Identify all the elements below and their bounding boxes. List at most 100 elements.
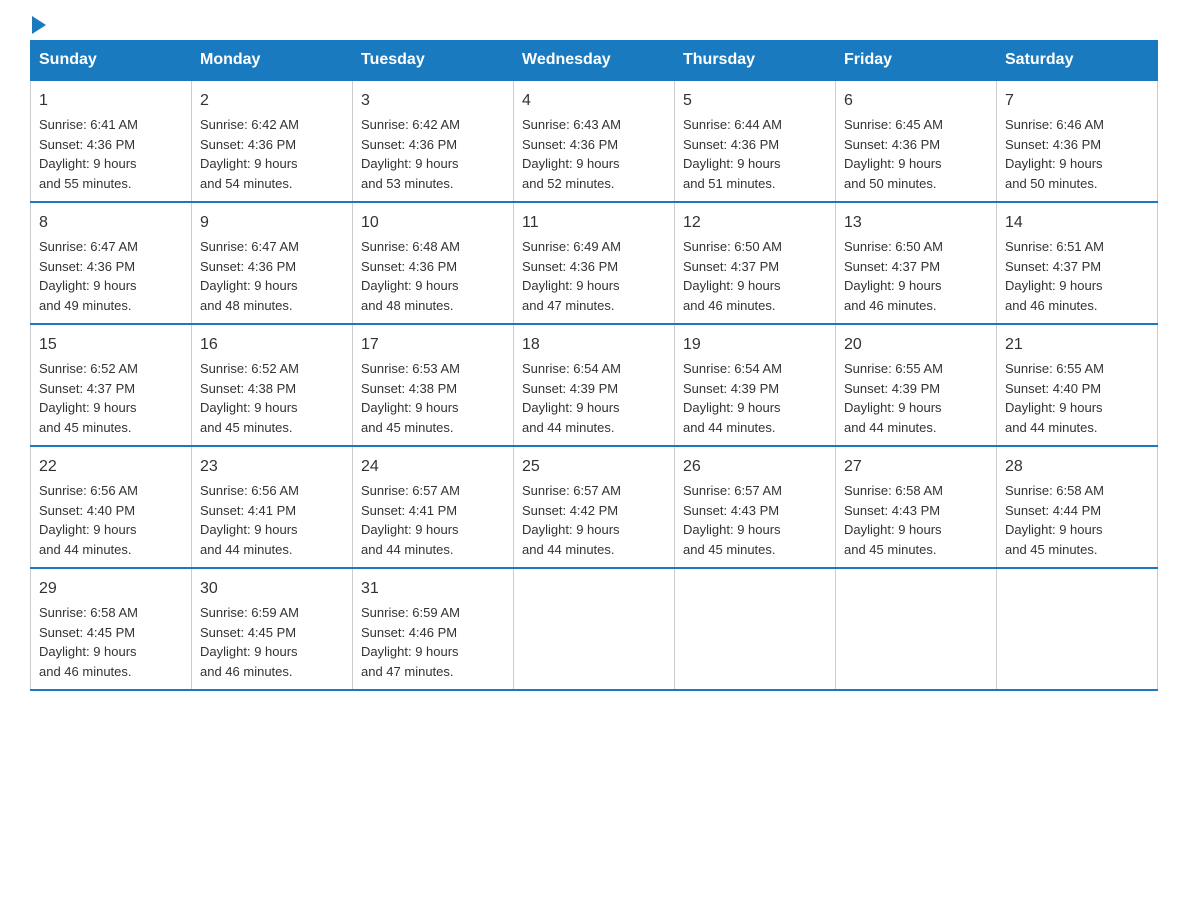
sunrise-info: Sunrise: 6:51 AM: [1005, 239, 1104, 254]
sunset-info: Sunset: 4:36 PM: [361, 259, 457, 274]
daylight-info: Daylight: 9 hours: [522, 400, 620, 415]
calendar-cell: 25Sunrise: 6:57 AMSunset: 4:42 PMDayligh…: [514, 446, 675, 568]
day-number: 21: [1005, 333, 1149, 357]
sunrise-info: Sunrise: 6:55 AM: [1005, 361, 1104, 376]
column-header-saturday: Saturday: [997, 41, 1158, 81]
day-number: 30: [200, 577, 344, 601]
day-number: 5: [683, 89, 827, 113]
daylight-minutes: and 44 minutes.: [39, 542, 132, 557]
day-number: 20: [844, 333, 988, 357]
day-number: 31: [361, 577, 505, 601]
daylight-info: Daylight: 9 hours: [683, 522, 781, 537]
logo-triangle-icon: [32, 16, 46, 34]
sunrise-info: Sunrise: 6:53 AM: [361, 361, 460, 376]
calendar-cell: 19 Sunrise: 6:54 AM Sunset: 4:39 PM Dayligh…: [675, 324, 836, 446]
sunrise-info: Sunrise: 6:55 AM: [844, 361, 943, 376]
daylight-minutes: and 46 minutes.: [200, 664, 293, 679]
day-number: 7: [1005, 89, 1149, 113]
sunset-info: Sunset: 4:43 PM: [844, 503, 940, 518]
daylight-info: Daylight: 9 hours: [39, 400, 137, 415]
calendar-week-row: 15Sunrise: 6:52 AMSunset: 4:37 PMDayligh…: [31, 324, 1158, 446]
daylight-minutes: and 50 minutes.: [844, 176, 937, 191]
sunset-info: Sunset: 4:36 PM: [683, 137, 779, 152]
sunset-info: Sunset: 4:36 PM: [39, 137, 135, 152]
calendar-cell: 22Sunrise: 6:56 AMSunset: 4:40 PMDayligh…: [31, 446, 192, 568]
calendar-table: SundayMondayTuesdayWednesdayThursdayFrid…: [30, 40, 1158, 691]
daylight-info: Daylight: 9 hours: [39, 278, 137, 293]
daylight-info: Daylight: 9 hours: [200, 644, 298, 659]
daylight-minutes: and 44 minutes.: [200, 542, 293, 557]
sunrise-info: Sunrise: 6:49 AM: [522, 239, 621, 254]
daylight-info: Daylight: 9 hours: [39, 522, 137, 537]
sunset-info: Sunset: 4:42 PM: [522, 503, 618, 518]
sunrise-info: Sunrise: 6:41 AM: [39, 117, 138, 132]
daylight-minutes: and 51 minutes.: [683, 176, 776, 191]
daylight-info: Daylight: 9 hours: [844, 522, 942, 537]
sunrise-info: Sunrise: 6:44 AM: [683, 117, 782, 132]
daylight-info: Daylight: 9 hours: [683, 400, 781, 415]
sunset-info: Sunset: 4:38 PM: [200, 381, 296, 396]
daylight-info: Daylight: 9 hours: [522, 278, 620, 293]
calendar-cell: 15Sunrise: 6:52 AMSunset: 4:37 PMDayligh…: [31, 324, 192, 446]
day-number: 23: [200, 455, 344, 479]
calendar-cell: 7Sunrise: 6:46 AMSunset: 4:36 PMDaylight…: [997, 80, 1158, 202]
day-number: 18: [522, 333, 666, 357]
calendar-cell: 10 Sunrise: 6:48 AM Sunset: 4:36 PM Dayligh…: [353, 202, 514, 324]
calendar-cell: 6Sunrise: 6:45 AMSunset: 4:36 PMDaylight…: [836, 80, 997, 202]
day-number: 3: [361, 89, 505, 113]
daylight-info: Daylight: 9 hours: [361, 278, 459, 293]
daylight-info: Daylight: 9 hours: [361, 522, 459, 537]
daylight-info: Daylight: 9 hours: [361, 644, 459, 659]
column-header-thursday: Thursday: [675, 41, 836, 81]
calendar-cell: 31Sunrise: 6:59 AMSunset: 4:46 PMDayligh…: [353, 568, 514, 690]
day-number: 19: [683, 333, 827, 357]
sunrise-info: Sunrise: 6:50 AM: [683, 239, 782, 254]
calendar-week-row: 29Sunrise: 6:58 AMSunset: 4:45 PMDayligh…: [31, 568, 1158, 690]
sunset-info: Sunset: 4:41 PM: [200, 503, 296, 518]
daylight-minutes: and 48 minutes.: [361, 298, 454, 313]
calendar-cell: 2Sunrise: 6:42 AMSunset: 4:36 PMDaylight…: [192, 80, 353, 202]
daylight-minutes: and 45 minutes.: [1005, 542, 1098, 557]
sunrise-info: Sunrise: 6:58 AM: [39, 605, 138, 620]
daylight-minutes: and 54 minutes.: [200, 176, 293, 191]
calendar-cell: 29Sunrise: 6:58 AMSunset: 4:45 PMDayligh…: [31, 568, 192, 690]
day-number: 10: [361, 211, 505, 235]
sunset-info: Sunset: 4:39 PM: [522, 381, 618, 396]
daylight-info: Daylight: 9 hours: [844, 156, 942, 171]
calendar-cell: 28Sunrise: 6:58 AMSunset: 4:44 PMDayligh…: [997, 446, 1158, 568]
sunset-info: Sunset: 4:36 PM: [200, 137, 296, 152]
daylight-minutes: and 46 minutes.: [844, 298, 937, 313]
page-header: [30, 20, 1158, 30]
sunrise-info: Sunrise: 6:56 AM: [200, 483, 299, 498]
daylight-minutes: and 44 minutes.: [683, 420, 776, 435]
sunset-info: Sunset: 4:36 PM: [522, 137, 618, 152]
day-number: 9: [200, 211, 344, 235]
sunset-info: Sunset: 4:46 PM: [361, 625, 457, 640]
sunset-info: Sunset: 4:43 PM: [683, 503, 779, 518]
sunset-info: Sunset: 4:39 PM: [683, 381, 779, 396]
daylight-minutes: and 55 minutes.: [39, 176, 132, 191]
calendar-cell: [675, 568, 836, 690]
sunrise-info: Sunrise: 6:43 AM: [522, 117, 621, 132]
day-number: 8: [39, 211, 183, 235]
daylight-info: Daylight: 9 hours: [39, 156, 137, 171]
day-number: 25: [522, 455, 666, 479]
daylight-minutes: and 47 minutes.: [522, 298, 615, 313]
calendar-cell: 27Sunrise: 6:58 AMSunset: 4:43 PMDayligh…: [836, 446, 997, 568]
calendar-cell: 14Sunrise: 6:51 AMSunset: 4:37 PMDayligh…: [997, 202, 1158, 324]
sunrise-info: Sunrise: 6:54 AM: [683, 361, 782, 376]
calendar-cell: [997, 568, 1158, 690]
sunrise-info: Sunrise: 6:56 AM: [39, 483, 138, 498]
calendar-cell: 11Sunrise: 6:49 AMSunset: 4:36 PMDayligh…: [514, 202, 675, 324]
daylight-minutes: and 50 minutes.: [1005, 176, 1098, 191]
sunset-info: Sunset: 4:39 PM: [844, 381, 940, 396]
sunset-info: Sunset: 4:36 PM: [1005, 137, 1101, 152]
sunset-info: Sunset: 4:37 PM: [39, 381, 135, 396]
calendar-cell: 4Sunrise: 6:43 AMSunset: 4:36 PMDaylight…: [514, 80, 675, 202]
daylight-info: Daylight: 9 hours: [844, 278, 942, 293]
sunset-info: Sunset: 4:44 PM: [1005, 503, 1101, 518]
sunrise-info: Sunrise: 6:48 AM: [361, 239, 460, 254]
day-number: 1: [39, 89, 183, 113]
calendar-cell: [514, 568, 675, 690]
daylight-info: Daylight: 9 hours: [200, 522, 298, 537]
